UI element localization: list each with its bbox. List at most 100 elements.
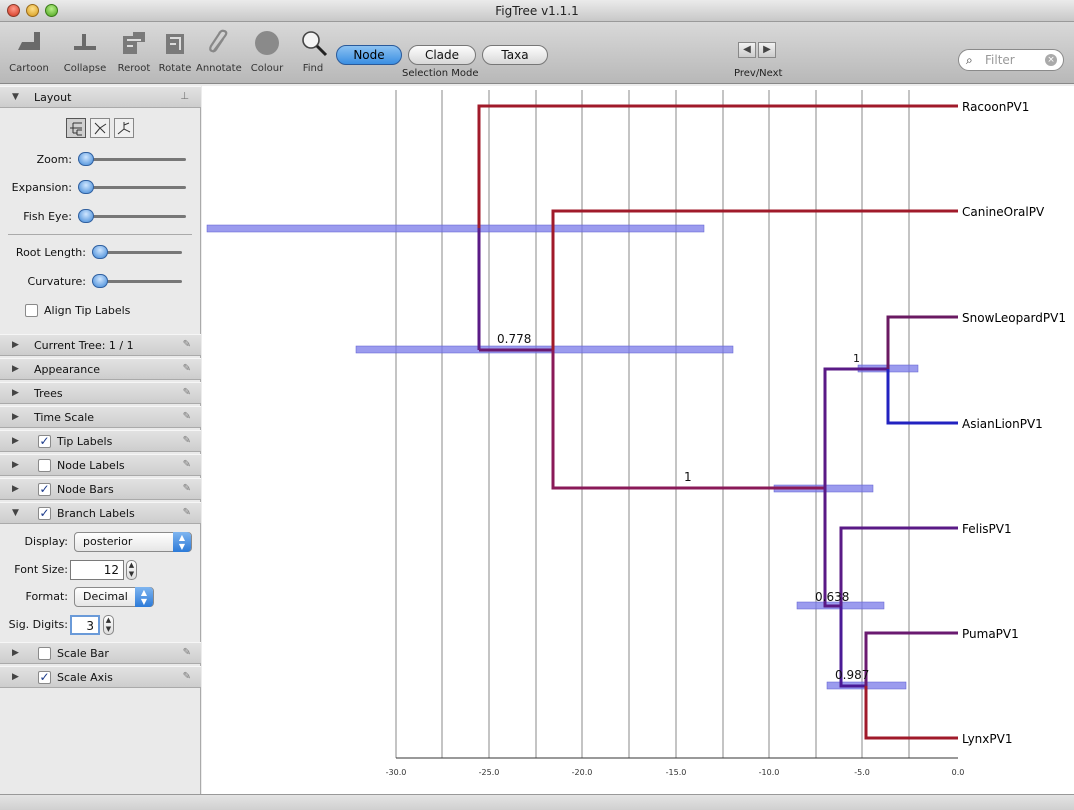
font-size-field[interactable]: 12	[70, 560, 124, 580]
slider-knob[interactable]	[92, 245, 108, 259]
fish-eye-label: Fish Eye:	[23, 210, 72, 223]
title-bar: FigTree v1.1.1	[0, 0, 1074, 22]
time-gridlines	[395, 90, 910, 758]
section-time-scale[interactable]: ▶ Time Scale ✎	[0, 406, 201, 428]
axis-tick-label: -10.0	[759, 768, 780, 777]
zoom-slider[interactable]	[78, 152, 186, 166]
section-appearance[interactable]: ▶ Appearance ✎	[0, 358, 201, 380]
curvature-label: Curvature:	[27, 275, 86, 288]
radial-layout-button[interactable]	[114, 118, 134, 138]
cartoon-icon	[11, 26, 47, 60]
expansion-slider[interactable]	[78, 180, 186, 194]
axis-tick-label: 0.0	[952, 768, 965, 777]
format-value: Decimal	[83, 590, 128, 603]
pin-icon[interactable]: ✎	[183, 339, 191, 350]
branch-label: 0.638	[815, 590, 849, 604]
pin-icon[interactable]: ✎	[183, 411, 191, 422]
branch-felis	[839, 526, 958, 606]
format-popup[interactable]: Decimal ▲ ▼	[74, 587, 154, 607]
section-trees[interactable]: ▶ Trees ✎	[0, 382, 201, 404]
section-scale-bar[interactable]: ▶ Scale Bar ✎	[0, 642, 201, 664]
phylogeny-svg[interactable]: 0.778 1 1 0.638 0.987 RacoonPV1 CanineOr…	[202, 86, 1074, 794]
tip-label[interactable]: RacoonPV1	[962, 100, 1029, 114]
pin-icon[interactable]: ✎	[183, 507, 191, 518]
clear-search-icon[interactable]: ×	[1045, 54, 1057, 66]
tip-label[interactable]: LynxPV1	[962, 732, 1012, 746]
selection-mode-clade-button[interactable]: Clade	[408, 45, 476, 65]
collapse-button[interactable]: Collapse	[58, 26, 112, 78]
scale-axis-checkbox[interactable]: ✓	[38, 671, 51, 684]
node-bars-checkbox[interactable]: ✓	[38, 483, 51, 496]
layout-section-header[interactable]: ▼ Layout ⊥	[0, 86, 201, 108]
colour-button[interactable]: Colour	[244, 26, 290, 78]
prev-arrow-icon[interactable]: ◀	[738, 42, 756, 58]
next-arrow-icon[interactable]: ▶	[758, 42, 776, 58]
annotate-label: Annotate	[196, 63, 242, 74]
branch-to-panthera	[823, 367, 888, 488]
branch-label: 0.987	[835, 668, 869, 682]
sig-digits-field[interactable]: 3	[70, 615, 100, 635]
tip-label[interactable]: AsianLionPV1	[962, 417, 1043, 431]
pin-icon[interactable]: ✎	[183, 647, 191, 658]
tip-labels-checkbox[interactable]: ✓	[38, 435, 51, 448]
filter-search-field[interactable]: ⌕ Filter ×	[958, 49, 1064, 71]
section-node-bars[interactable]: ▶ ✓ Node Bars ✎	[0, 478, 201, 500]
pin-icon[interactable]: ✎	[183, 671, 191, 682]
node-labels-checkbox[interactable]	[38, 459, 51, 472]
reroot-button[interactable]: Reroot	[114, 26, 154, 78]
pin-icon[interactable]: ✎	[183, 459, 191, 470]
section-tip-labels[interactable]: ▶ ✓ Tip Labels ✎	[0, 430, 201, 452]
disclosure-closed-icon: ▶	[12, 648, 19, 658]
slider-knob[interactable]	[78, 209, 94, 223]
annotate-button[interactable]: Annotate	[196, 26, 242, 78]
polar-layout-button[interactable]	[90, 118, 110, 138]
pin-icon[interactable]: ✎	[183, 483, 191, 494]
section-label: Branch Labels	[57, 507, 135, 520]
layout-section-label: Layout	[34, 91, 72, 104]
curvature-slider[interactable]	[92, 274, 182, 288]
axis-tick-label: -15.0	[666, 768, 687, 777]
rotate-button[interactable]: Rotate	[156, 26, 194, 78]
scale-axis: -30.0 -25.0 -20.0 -15.0 -10.0 -5.0 0.0	[386, 757, 965, 777]
section-scale-axis[interactable]: ▶ ✓ Scale Axis ✎	[0, 666, 201, 688]
fish-eye-slider[interactable]	[78, 209, 186, 223]
section-branch-labels[interactable]: ▼ ✓ Branch Labels ✎	[0, 502, 201, 524]
find-button[interactable]: Find	[296, 26, 330, 78]
slider-knob[interactable]	[78, 152, 94, 166]
tip-label[interactable]: CanineOralPV	[962, 205, 1045, 219]
section-current-tree[interactable]: ▶ Current Tree: 1 / 1 ✎	[0, 334, 201, 356]
root-length-slider[interactable]	[92, 245, 182, 259]
filter-placeholder: Filter	[985, 53, 1015, 67]
font-size-stepper[interactable]: ▲ ▼	[126, 560, 137, 580]
slider-knob[interactable]	[78, 180, 94, 194]
pin-icon[interactable]: ✎	[183, 435, 191, 446]
align-tip-labels-checkbox[interactable]	[25, 304, 38, 317]
pin-icon[interactable]: ⊥	[180, 91, 189, 102]
disclosure-closed-icon: ▶	[12, 460, 19, 470]
disclosure-closed-icon: ▶	[12, 412, 19, 422]
selection-mode-caption: Selection Mode	[402, 68, 479, 79]
format-label: Format:	[25, 590, 68, 603]
tree-canvas[interactable]: 0.778 1 1 0.638 0.987 RacoonPV1 CanineOr…	[202, 86, 1074, 794]
selection-mode-node-button[interactable]: Node	[336, 45, 402, 65]
branch-label: 1	[853, 352, 860, 365]
section-node-labels[interactable]: ▶ Node Labels ✎	[0, 454, 201, 476]
window-title: FigTree v1.1.1	[495, 4, 579, 18]
scale-bar-checkbox[interactable]	[38, 647, 51, 660]
sig-digits-stepper[interactable]: ▲ ▼	[103, 615, 114, 635]
rectangular-layout-button[interactable]	[66, 118, 86, 138]
tip-label[interactable]: PumaPV1	[962, 627, 1019, 641]
tip-label[interactable]: FelisPV1	[962, 522, 1012, 536]
branch-label: 1	[684, 470, 692, 484]
selection-mode-taxa-button[interactable]: Taxa	[482, 45, 548, 65]
tip-label[interactable]: SnowLeopardPV1	[962, 311, 1066, 325]
branch-labels-checkbox[interactable]: ✓	[38, 507, 51, 520]
axis-tick-label: -25.0	[479, 768, 500, 777]
popup-arrows-icon: ▲ ▼	[173, 532, 191, 552]
cartoon-button[interactable]: Cartoon	[2, 26, 56, 78]
slider-knob[interactable]	[92, 274, 108, 288]
pin-icon[interactable]: ✎	[183, 387, 191, 398]
display-popup[interactable]: posterior ▲ ▼	[74, 532, 192, 552]
tip-labels: RacoonPV1 CanineOralPV SnowLeopardPV1 As…	[962, 100, 1066, 746]
pin-icon[interactable]: ✎	[183, 363, 191, 374]
